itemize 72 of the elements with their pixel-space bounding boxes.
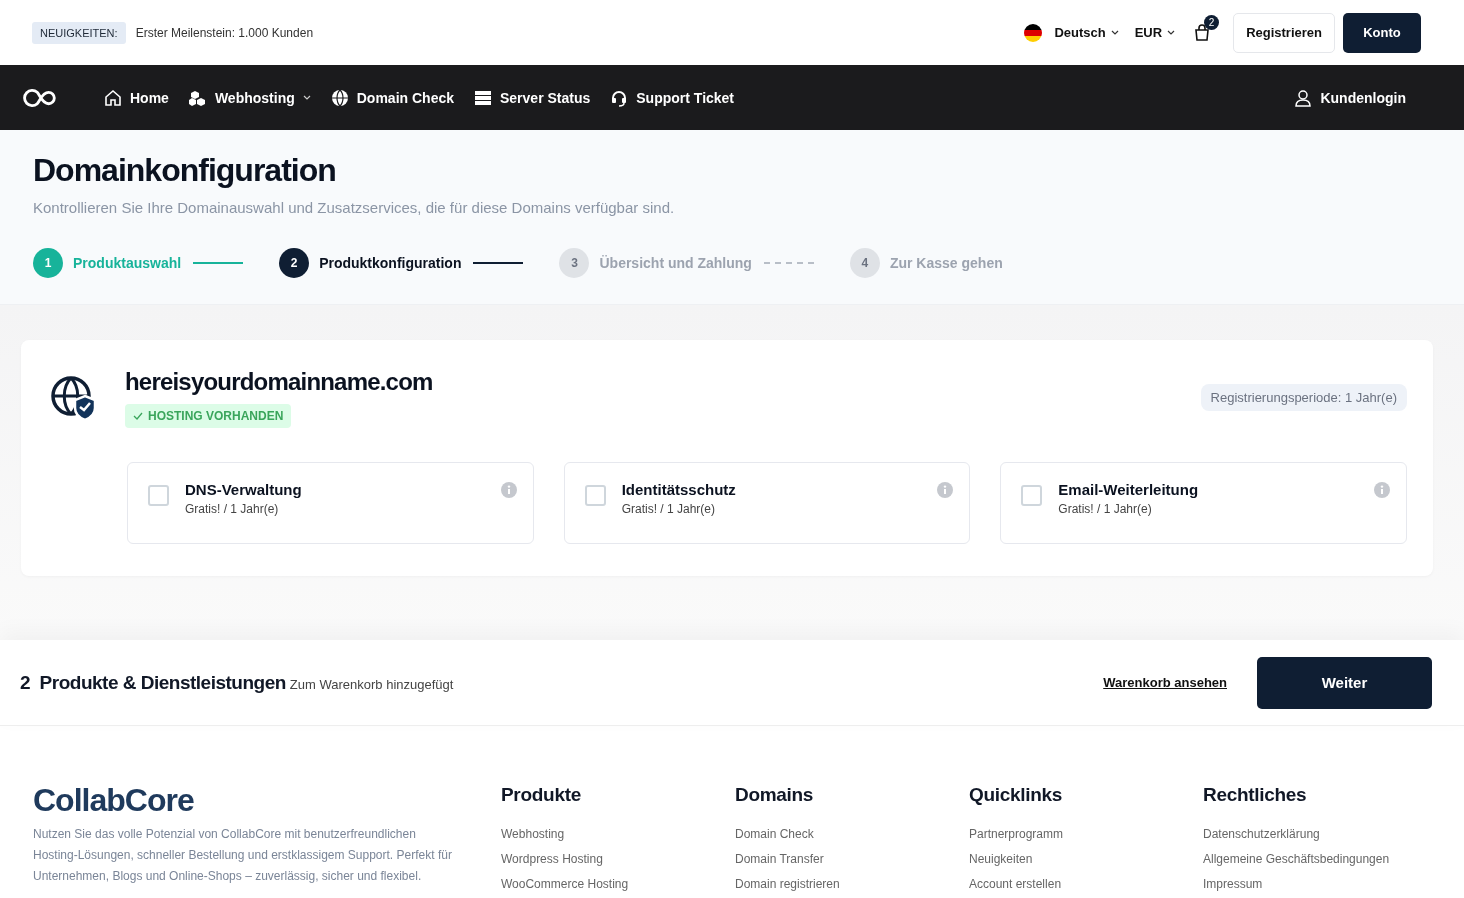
news-badge: NEUIGKEITEN: [32,21,126,44]
footer-link[interactable]: Domain registrieren [735,872,840,897]
nav-link[interactable]: Webhosting [188,88,311,107]
info-icon[interactable] [500,482,517,498]
step-number: 4 [849,248,880,278]
nav-link[interactable]: Domain Check [330,88,454,107]
info-icon[interactable] [1374,482,1390,498]
footer-link[interactable]: Datenschutzerklärung [1203,822,1320,847]
hosting-badge: HOSTING VORHANDEN [125,404,292,428]
step-label: Zur Kasse gehen [889,255,1003,271]
step-label: Übersicht und Zahlung [599,255,752,271]
footer-heading: Rechtliches [1203,784,1307,806]
server-icon [474,88,492,107]
home-icon [104,88,122,107]
footer-heading: Quicklinks [969,784,1063,806]
footer-link[interactable]: Partnerprogramm [969,822,1064,847]
about-text: Nutzen Sie das volle Potenzial von CollabCore mit benutzerfreundlichen Hosting-Lösungen, schneller Bestellung und erstklassigem Support. Perfekt für Unternehmen, Blogs und Online-Shops – zuverlässig, sicher und flexibel. [33,826,453,885]
addon-name: Identitätsschutz [621,481,737,498]
addon-option[interactable]: Identitätsschutz Gratis! / 1 Jahr(e) [563,462,971,544]
step-number: 3 [559,248,590,278]
footer-link[interactable]: Wordpress Hosting [501,847,603,872]
footer-link[interactable]: Webhosting [501,822,565,847]
step-number: 1 [33,248,63,278]
addon-name: DNS-Verwaltung [185,481,303,498]
nav-link[interactable]: Server Status [474,88,591,107]
addon-name: Email-Weiterleitung [1058,481,1200,498]
footer-link[interactable]: Impressum [1203,872,1263,897]
footer-heading: Domains [735,784,814,806]
caret-icon [1110,30,1119,35]
checkbox[interactable] [584,485,606,506]
footer-link[interactable]: Neuigkeiten [969,847,1033,872]
caret-icon [1167,30,1176,35]
cart-count-badge: 2 [1204,14,1220,30]
account-button[interactable]: Konto [1343,12,1421,53]
addon-option[interactable]: DNS-Verwaltung Gratis! / 1 Jahr(e) [127,462,534,544]
period-badge: Registrierungsperiode: 1 Jahr(e) [1200,384,1407,411]
summary-title: 2 Produkte & Dienstleistungen [20,671,286,694]
flag-icon [1024,23,1043,42]
footer-link[interactable]: WooCommerce Hosting [501,872,629,897]
nav-link[interactable]: Home [104,88,169,107]
summary-note: Zum Warenkorb hinzugefügt [289,676,454,692]
footer-link[interactable]: Account erstellen [969,872,1062,897]
user-icon [1294,88,1313,107]
headset-icon [610,88,629,107]
checkbox[interactable] [1021,485,1043,506]
currency-dropdown[interactable]: EUR [1130,25,1180,40]
cubes-icon [188,88,207,107]
addon-option[interactable]: Email-Weiterleitung Gratis! / 1 Jahr(e) [1000,462,1407,544]
language-dropdown[interactable]: Deutsch [1050,25,1123,40]
page-title: Domainkonfiguration [33,152,337,189]
domain-name: hereisyourdomainname.com [125,368,433,396]
view-cart-link[interactable]: Warenkorb ansehen [1103,675,1227,690]
checkbox[interactable] [148,485,169,506]
step-label: Produktauswahl [73,255,182,271]
step-label: Produktkonfiguration [319,255,462,271]
page-subtitle: Kontrollieren Sie Ihre Domainauswahl und Zusatzservices, die für diese Domains verfügbar sind. [33,199,676,216]
info-icon[interactable] [937,482,954,498]
footer-link[interactable]: Domain Transfer [735,847,824,872]
continue-button[interactable]: Weiter [1257,656,1432,709]
addon-price: Gratis! / 1 Jahr(e) [185,502,280,516]
footer-link[interactable]: Domain Check [735,822,814,847]
news-text: Erster Meilenstein: 1.000 Kunden [135,25,314,40]
footer-heading: Produkte [501,784,581,806]
register-button[interactable]: Registrieren [1233,12,1335,53]
footer-link[interactable]: Allgemeine Geschäftsbedingungen [1203,847,1390,872]
step-number: 2 [279,248,310,278]
brand-logo[interactable]: CollabCore [33,784,501,816]
login-link[interactable]: Kundenlogin [1294,88,1406,107]
addon-price: Gratis! / 1 Jahr(e) [1058,502,1153,516]
globe-icon [330,88,349,107]
nav-link[interactable]: Support Ticket [610,88,735,107]
addon-price: Gratis! / 1 Jahr(e) [621,502,716,516]
